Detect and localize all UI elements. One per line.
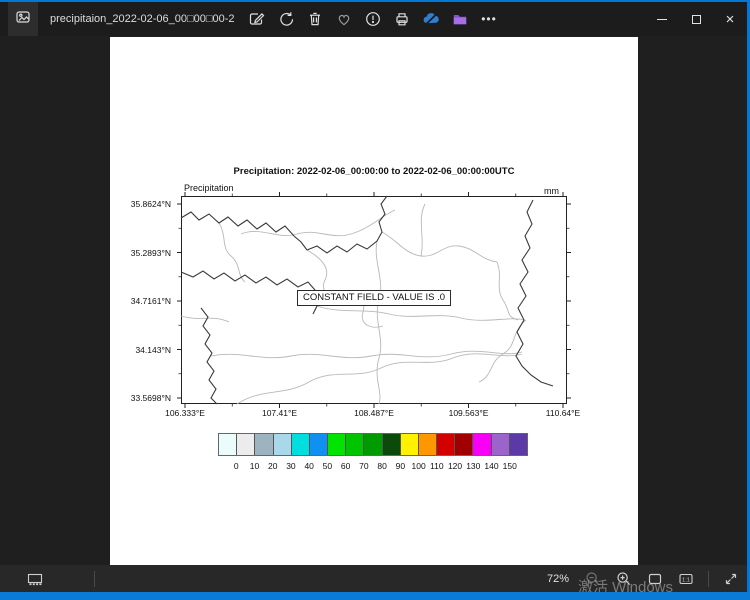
- fit-to-window-icon[interactable]: [646, 570, 664, 588]
- zoom-in-icon[interactable]: [615, 570, 633, 588]
- window-border-top: [0, 0, 750, 2]
- svg-text:1:1: 1:1: [682, 577, 690, 583]
- colorbar-segment: [437, 434, 455, 455]
- colorbar-labels: 0 10 20 30 40 50 60 70 80 90 100 110 120 130 140 150: [218, 461, 528, 472]
- colorbar-segment: [219, 434, 237, 455]
- colorbar-segment: [274, 434, 292, 455]
- print-icon[interactable]: [393, 10, 411, 28]
- info-icon[interactable]: [364, 10, 382, 28]
- colorbar-tick-label: 140: [484, 461, 498, 471]
- colorbar-tick-label: 50: [323, 461, 332, 471]
- colorbar-segment: [292, 434, 310, 455]
- x-tick-label: 106.333°E: [165, 408, 205, 418]
- minimize-button[interactable]: [645, 2, 679, 36]
- colorbar-segment: [328, 434, 346, 455]
- close-icon: ×: [726, 12, 735, 27]
- colorbar-tick-label: 120: [448, 461, 462, 471]
- folder-icon[interactable]: [451, 10, 469, 28]
- minimize-icon: [657, 19, 667, 20]
- edit-image-icon[interactable]: [248, 10, 266, 28]
- viewer-canvas[interactable]: Precipitation: 2022-02-06_00:00:00 to 20…: [0, 36, 750, 565]
- colorbar-tick-label: 150: [503, 461, 517, 471]
- x-tick-label: 110.64°E: [546, 408, 580, 418]
- colorbar-segment: [492, 434, 510, 455]
- close-button[interactable]: ×: [713, 2, 747, 36]
- filmstrip-icon[interactable]: [22, 568, 48, 590]
- colorbar-tick-label: 100: [411, 461, 425, 471]
- colorbar-tick-label: 90: [396, 461, 405, 471]
- colorbar-tick-label: 110: [430, 461, 444, 471]
- window-title: precipitaion_2022-02-06_00□00□00-2022-02…: [50, 13, 235, 25]
- titlebar: precipitaion_2022-02-06_00□00□00-2022-02…: [0, 2, 750, 36]
- colorbar-segment: [255, 434, 273, 455]
- statusbar-divider: [94, 571, 95, 587]
- y-tick-label: 34.143°N: [135, 345, 171, 355]
- statusbar: 72% 1:1: [0, 565, 750, 592]
- window-controls: ×: [645, 2, 747, 36]
- x-tick-label: 108.487°E: [354, 408, 394, 418]
- y-axis-labels: 35.8624°N35.2893°N34.7161°N34.143°N33.56…: [110, 204, 176, 398]
- zoom-out-icon[interactable]: [584, 570, 602, 588]
- colorbar-segment: [510, 434, 527, 455]
- x-axis-labels: 106.333°E107.41°E108.487°E109.563°E110.6…: [181, 408, 567, 420]
- colorbar-segment: [237, 434, 255, 455]
- cloud-offline-icon[interactable]: [422, 10, 440, 28]
- ellipsis-glyph: •••: [481, 12, 497, 26]
- app-icon-button[interactable]: [8, 2, 38, 36]
- colorbar-segment: [473, 434, 491, 455]
- zoom-level: 72%: [547, 573, 569, 585]
- colorbar-segment: [455, 434, 473, 455]
- window-border-bottom: [0, 592, 750, 600]
- photos-app-icon: [14, 8, 32, 31]
- colorbar-tick-label: 10: [250, 461, 259, 471]
- colorbar-tick-label: 0: [234, 461, 239, 471]
- colorbar-tick-label: 130: [466, 461, 480, 471]
- toolbar: •••: [248, 2, 498, 36]
- rotate-icon[interactable]: [277, 10, 295, 28]
- colorbar-segment: [364, 434, 382, 455]
- figure-title: Precipitation: 2022-02-06_00:00:00 to 20…: [110, 166, 638, 177]
- maximize-icon: [692, 15, 701, 24]
- colorbar-segment: [346, 434, 364, 455]
- colorbar-segment: [383, 434, 401, 455]
- colorbar-tick-label: 20: [268, 461, 277, 471]
- colorbar-segment: [419, 434, 437, 455]
- actual-size-icon[interactable]: 1:1: [677, 570, 695, 588]
- colorbar-tick-label: 40: [304, 461, 313, 471]
- colorbar-segment: [401, 434, 419, 455]
- statusbar-right: 72% 1:1: [547, 565, 740, 592]
- colorbar-tick-label: 30: [286, 461, 295, 471]
- y-tick-label: 33.5698°N: [131, 393, 171, 403]
- more-options-icon[interactable]: •••: [480, 10, 498, 28]
- constant-field-annotation: CONSTANT FIELD - VALUE IS .0: [297, 290, 451, 306]
- statusbar-divider-2: [708, 571, 709, 587]
- fullscreen-icon[interactable]: [722, 570, 740, 588]
- displayed-image[interactable]: Precipitation: 2022-02-06_00:00:00 to 20…: [110, 37, 638, 565]
- y-tick-label: 34.7161°N: [131, 296, 171, 306]
- delete-icon[interactable]: [306, 10, 324, 28]
- y-tick-label: 35.2893°N: [131, 248, 171, 258]
- colorbar: [218, 433, 528, 456]
- maximize-button[interactable]: [679, 2, 713, 36]
- y-tick-label: 35.8624°N: [131, 199, 171, 209]
- favorite-icon[interactable]: [335, 10, 353, 28]
- colorbar-tick-label: 70: [359, 461, 368, 471]
- colorbar-tick-label: 80: [377, 461, 386, 471]
- colorbar-segment: [310, 434, 328, 455]
- x-tick-label: 107.41°E: [262, 408, 297, 418]
- photos-app-window: precipitaion_2022-02-06_00□00□00-2022-02…: [0, 0, 750, 600]
- x-tick-label: 109.563°E: [449, 408, 489, 418]
- colorbar-tick-label: 60: [341, 461, 350, 471]
